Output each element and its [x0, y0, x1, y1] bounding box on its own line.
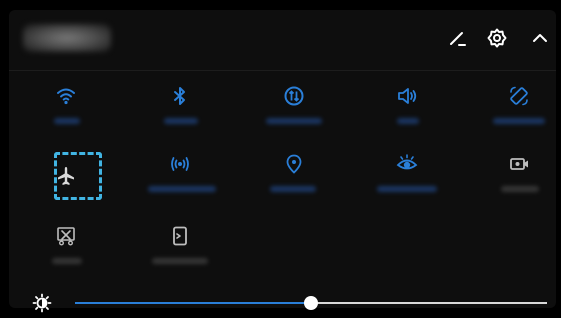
header-divider	[9, 70, 556, 71]
quick-settings-header	[9, 10, 556, 66]
toggle-label-blurred	[493, 118, 545, 124]
toggle-wifi[interactable]	[26, 84, 106, 144]
mobile-data-icon	[282, 84, 306, 108]
brightness-icon[interactable]	[31, 292, 53, 314]
brightness-control	[9, 292, 556, 318]
toggle-hotspot[interactable]	[140, 152, 220, 212]
toggle-label-blurred	[152, 258, 208, 264]
brightness-slider-fill	[75, 302, 311, 304]
eye-comfort-icon	[395, 152, 419, 176]
toggle-label-blurred	[164, 118, 198, 124]
toggle-label-blurred	[52, 258, 82, 264]
toggle-location[interactable]	[254, 152, 334, 212]
hotspot-icon	[168, 152, 192, 176]
quick-settings-panel	[9, 10, 559, 313]
location-icon	[282, 152, 306, 176]
toggle-bluetooth[interactable]	[140, 84, 220, 144]
collapse-icon[interactable]	[528, 26, 552, 50]
bluetooth-icon	[168, 84, 192, 108]
screen-recorder-icon	[507, 152, 531, 176]
toggle-screen-recorder[interactable]	[479, 152, 559, 212]
wifi-icon	[54, 84, 78, 108]
toggle-sound[interactable]	[367, 84, 447, 144]
toggle-auto-rotate[interactable]	[479, 84, 559, 144]
toggle-mobile-data[interactable]	[254, 84, 334, 144]
toggle-screenshot[interactable]	[26, 224, 106, 284]
toggle-huawei-share[interactable]	[140, 224, 220, 284]
toggle-eye-comfort[interactable]	[367, 152, 447, 212]
selected-tile-highlight	[54, 152, 102, 200]
status-info-blurred	[23, 24, 111, 52]
auto-rotate-icon	[507, 84, 531, 108]
edit-icon[interactable]	[445, 26, 469, 50]
settings-icon[interactable]	[485, 26, 509, 50]
toggle-label-blurred	[501, 186, 539, 192]
screenshot-icon	[54, 224, 78, 248]
sound-icon	[395, 84, 419, 108]
toggle-label-blurred	[148, 186, 216, 192]
toggle-label-blurred	[397, 118, 419, 124]
toggle-label-blurred	[270, 186, 316, 192]
huawei-share-icon	[168, 224, 192, 248]
toggle-label-blurred	[266, 118, 322, 124]
brightness-slider[interactable]	[75, 296, 547, 310]
toggle-label-blurred	[377, 186, 437, 192]
toggle-label-blurred	[54, 118, 80, 124]
brightness-slider-thumb[interactable]	[304, 296, 318, 310]
